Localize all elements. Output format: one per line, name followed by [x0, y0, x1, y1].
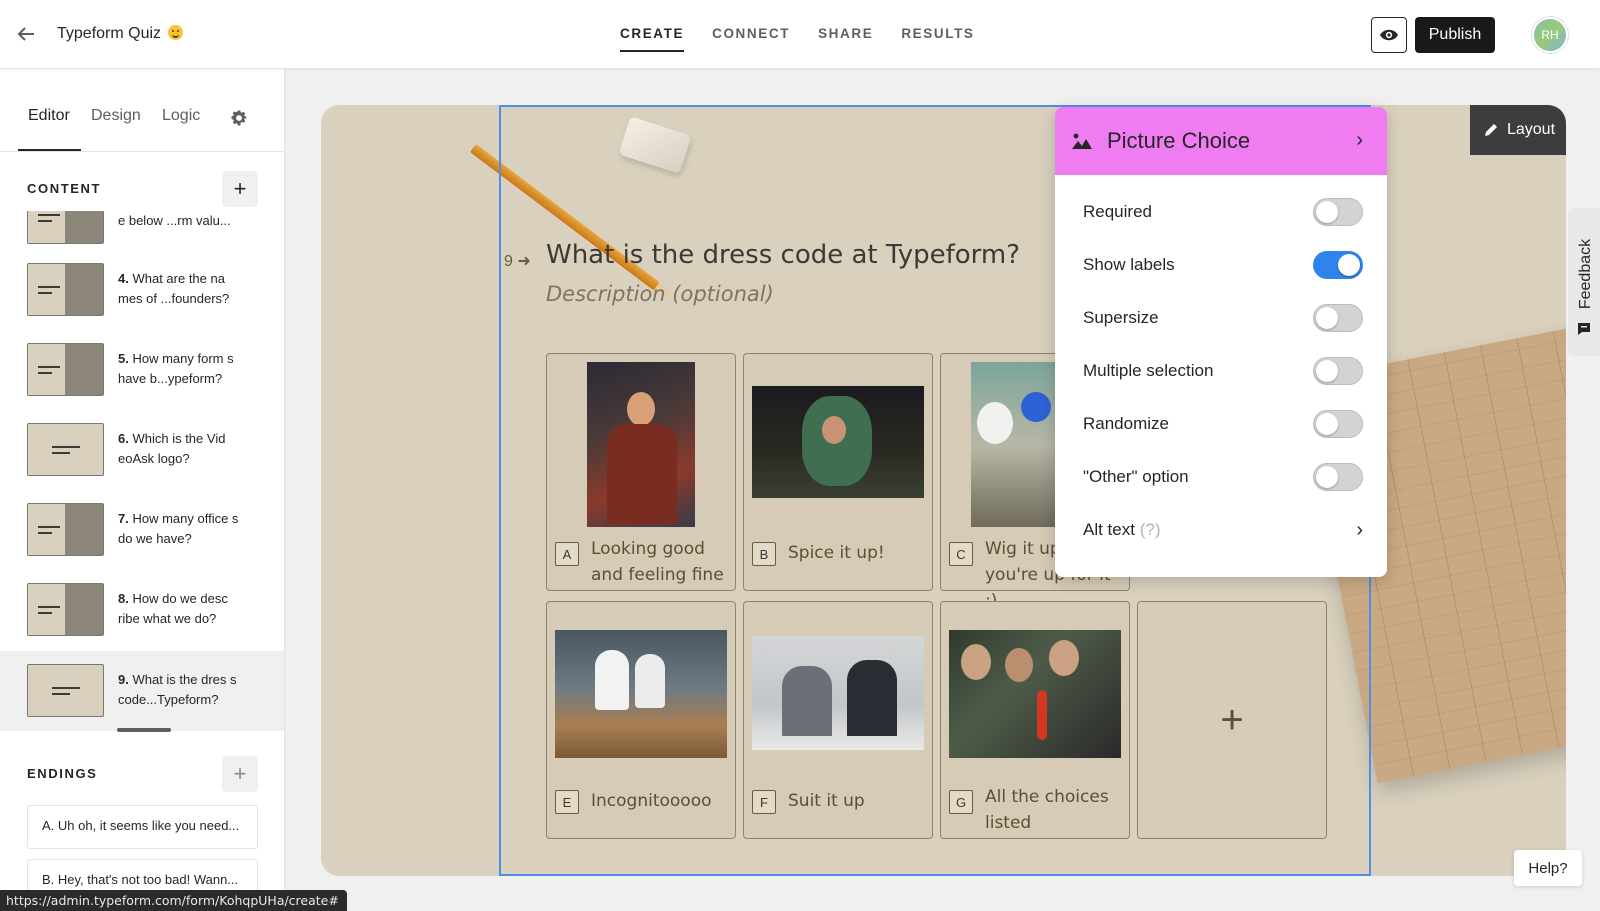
- multiple-selection-toggle[interactable]: [1313, 357, 1363, 385]
- option-randomize: Randomize: [1083, 409, 1363, 439]
- top-navigation: CREATE CONNECT SHARE RESULTS: [620, 26, 975, 52]
- question-thumbnail: [27, 263, 104, 316]
- choice-g[interactable]: G All the choices listed: [940, 601, 1130, 839]
- tab-share[interactable]: SHARE: [818, 26, 873, 52]
- list-item[interactable]: 7. How many office s do we have?: [0, 501, 284, 581]
- choice-image: [752, 636, 924, 750]
- help-button[interactable]: Help?: [1514, 850, 1582, 886]
- question-thumbnail: [27, 211, 104, 244]
- arrow-right-icon: ➜: [517, 253, 531, 270]
- chevron-right-icon: ›: [1356, 129, 1363, 151]
- choice-f[interactable]: F Suit it up: [743, 601, 933, 839]
- image-icon: [1072, 133, 1092, 149]
- choice-image: [949, 630, 1121, 758]
- question-type-selector[interactable]: Picture Choice ›: [1055, 107, 1387, 175]
- form-title[interactable]: Typeform Quiz: [57, 25, 184, 43]
- question-thumbnail: [27, 343, 104, 396]
- list-item[interactable]: 6. Which is the Vid eoAsk logo?: [0, 421, 284, 501]
- status-url: https://admin.typeform.com/form/KohqpUHa…: [0, 890, 347, 911]
- content-section-label: CONTENT: [27, 181, 102, 196]
- choice-image: [587, 362, 695, 527]
- gear-icon[interactable]: [229, 108, 249, 128]
- list-item[interactable]: 8. How do we desc ribe what we do?: [0, 581, 284, 661]
- question-title[interactable]: What is the dress code at Typeform?: [546, 240, 1020, 270]
- question-number: 9 ➜: [504, 253, 531, 270]
- list-item[interactable]: 5. How many form s have b...ypeform?: [0, 341, 284, 421]
- required-toggle[interactable]: [1313, 198, 1363, 226]
- question-thumbnail: [27, 664, 104, 717]
- question-thumbnail: [27, 423, 104, 476]
- tab-design[interactable]: Design: [91, 107, 141, 125]
- publish-button[interactable]: Publish: [1415, 17, 1495, 53]
- question-description[interactable]: Description (optional): [546, 282, 774, 306]
- other-option-toggle[interactable]: [1313, 463, 1363, 491]
- list-item[interactable]: 4. What are the na mes of ...founders?: [0, 261, 284, 341]
- layout-button[interactable]: Layout: [1470, 105, 1566, 155]
- question-list: e below ...rm valu... 4. What are the na…: [0, 211, 284, 731]
- feedback-tab[interactable]: Feedback: [1568, 208, 1600, 356]
- preview-button[interactable]: [1371, 17, 1407, 53]
- choice-a[interactable]: A Looking good and feeling fine: [546, 353, 736, 591]
- tab-create[interactable]: CREATE: [620, 26, 685, 52]
- smiley-emoji-icon: [168, 25, 184, 40]
- tab-connect[interactable]: CONNECT: [712, 26, 790, 52]
- sidebar-tabs: Editor Design Logic: [0, 69, 284, 152]
- choice-image: [555, 630, 727, 758]
- scroll-handle[interactable]: [117, 728, 171, 732]
- eye-icon: [1380, 29, 1398, 41]
- supersize-toggle[interactable]: [1313, 304, 1363, 332]
- tab-logic[interactable]: Logic: [162, 107, 200, 125]
- endings-section-label: ENDINGS: [27, 766, 98, 781]
- choice-image: [752, 386, 924, 498]
- sidebar: Editor Design Logic CONTENT + e below ..…: [0, 69, 285, 911]
- list-item-selected[interactable]: 9. What is the dres s code...Typeform?: [0, 651, 284, 731]
- option-required: Required: [1083, 197, 1363, 227]
- option-show-labels: Show labels: [1083, 250, 1363, 280]
- pencil-icon: [1484, 124, 1497, 136]
- option-supersize: Supersize: [1083, 303, 1363, 333]
- question-thumbnail: [27, 503, 104, 556]
- choice-b[interactable]: B Spice it up!: [743, 353, 933, 591]
- choice-e[interactable]: E Incognitooooo: [546, 601, 736, 839]
- tab-editor[interactable]: Editor: [28, 107, 70, 125]
- option-multiple-selection: Multiple selection: [1083, 356, 1363, 386]
- add-ending-button[interactable]: +: [222, 756, 258, 792]
- tab-results[interactable]: RESULTS: [901, 26, 974, 52]
- add-question-button[interactable]: +: [222, 171, 258, 207]
- avatar[interactable]: RH: [1532, 17, 1568, 53]
- question-thumbnail: [27, 583, 104, 636]
- show-labels-toggle[interactable]: [1313, 251, 1363, 279]
- option-other: "Other" option: [1083, 462, 1363, 492]
- chevron-right-icon: ›: [1356, 518, 1363, 541]
- question-settings-panel: Picture Choice › Required Show labels Su…: [1055, 107, 1387, 577]
- add-choice-button[interactable]: +: [1137, 601, 1327, 839]
- feedback-icon: [1578, 323, 1590, 335]
- option-alt-text[interactable]: Alt text (?) ›: [1083, 515, 1363, 545]
- top-bar: Typeform Quiz CREATE CONNECT SHARE RESUL…: [0, 0, 1600, 69]
- randomize-toggle[interactable]: [1313, 410, 1363, 438]
- back-arrow-icon[interactable]: [14, 22, 38, 46]
- active-tab-underline: [18, 149, 81, 151]
- ending-item[interactable]: A. Uh oh, it seems like you need...: [27, 805, 258, 849]
